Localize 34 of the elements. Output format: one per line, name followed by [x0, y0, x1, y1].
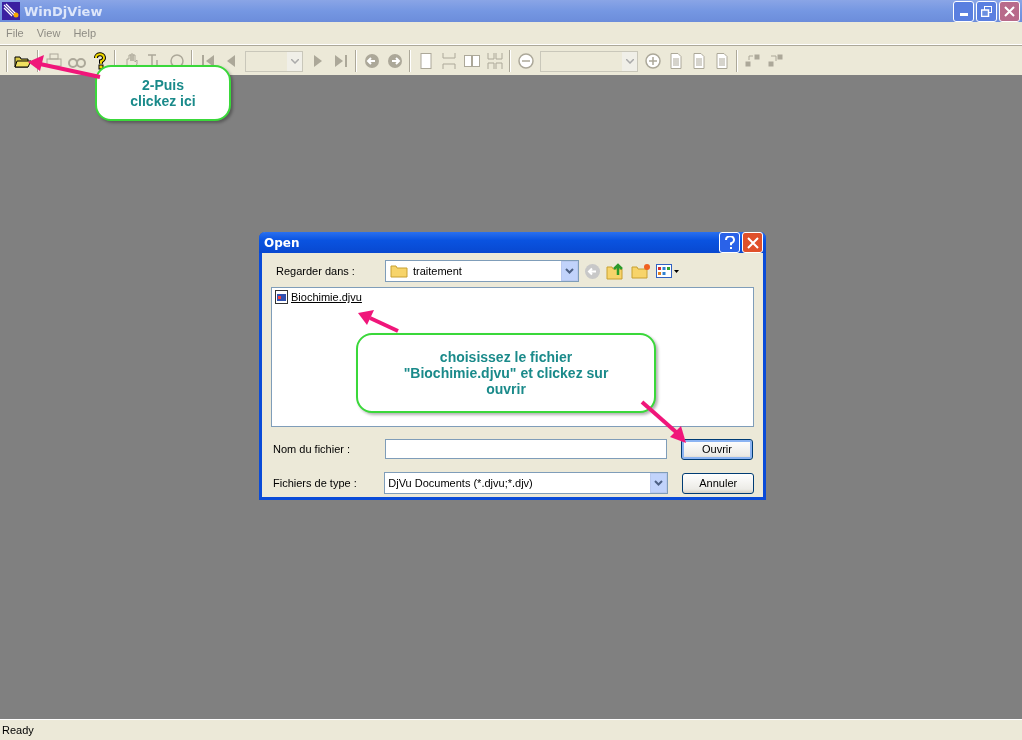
open-button[interactable]: Ouvrir: [681, 438, 753, 460]
file-name-label: Nom du fichier :: [272, 443, 352, 455]
document-icon: [275, 290, 288, 304]
dialog-title: Open: [264, 235, 300, 250]
callout-tooltip: choisissez le fichier "Biochimie.djvu" et clickez sur ouvrir: [356, 333, 656, 413]
help-button[interactable]: [719, 232, 740, 253]
file-type-dropdown[interactable]: DjVu Documents (*.djvu;*.djv): [384, 472, 669, 494]
back-icon[interactable]: [584, 262, 601, 280]
close-button[interactable]: [742, 232, 763, 253]
view-menu-icon[interactable]: [656, 264, 680, 278]
file-type-label: Fichiers de type :: [272, 477, 358, 489]
look-in-dropdown[interactable]: traitement: [385, 260, 579, 282]
minimize-button[interactable]: [953, 0, 974, 22]
folder-icon: [390, 264, 408, 278]
minimize-icon: [959, 12, 968, 16]
close-icon: [1004, 5, 1015, 17]
cancel-button[interactable]: Annuler: [682, 472, 754, 494]
file-name[interactable]: Biochimie.djvu: [291, 291, 362, 303]
window-title: WinDjView: [24, 3, 103, 19]
look-in-label: Regarder dans :: [275, 265, 356, 277]
folder-up-icon[interactable]: [606, 262, 626, 280]
status-text: Ready: [2, 724, 34, 736]
restore-button[interactable]: [976, 0, 997, 22]
close-button[interactable]: [999, 0, 1020, 22]
help-icon: [723, 235, 736, 250]
close-icon: [746, 236, 759, 249]
pointer-arrow: [358, 310, 399, 333]
pointer-arrow: [640, 400, 686, 443]
app-logo-icon: [2, 2, 20, 20]
file-name-field[interactable]: [385, 439, 667, 459]
callout-tooltip: 2-Puis clickez ici: [95, 65, 231, 121]
new-folder-icon[interactable]: [631, 263, 651, 279]
look-in-value: traitement: [413, 265, 462, 277]
restore-icon: [981, 5, 992, 17]
